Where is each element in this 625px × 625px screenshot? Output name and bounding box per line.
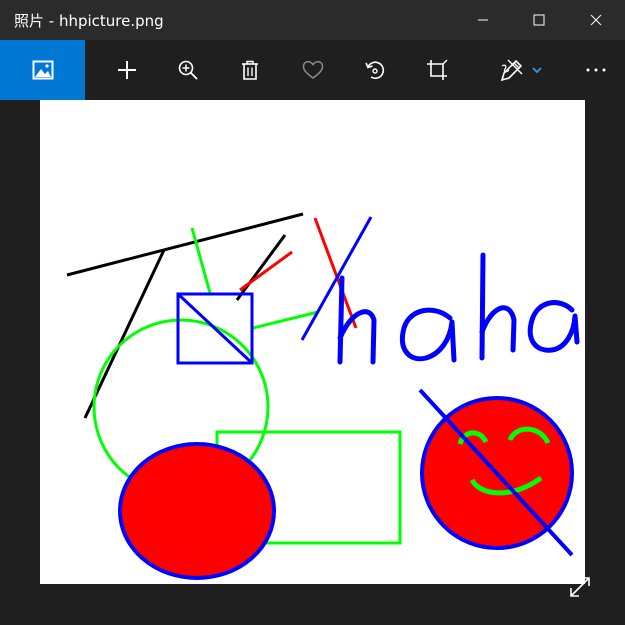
displayed-image bbox=[40, 100, 585, 584]
toolbar bbox=[0, 40, 625, 100]
red-ellipse bbox=[118, 442, 276, 580]
heart-icon bbox=[302, 60, 324, 79]
add-button[interactable] bbox=[105, 40, 149, 100]
maximize-button[interactable] bbox=[510, 0, 568, 40]
expand-icon bbox=[570, 577, 590, 597]
rotate-icon bbox=[365, 61, 385, 80]
image-viewport[interactable] bbox=[0, 100, 625, 625]
close-icon bbox=[590, 14, 602, 26]
minimize-button[interactable] bbox=[454, 0, 512, 40]
plus-icon bbox=[118, 61, 136, 79]
hhpicture-drawing bbox=[40, 100, 585, 584]
see-all-photos-button[interactable] bbox=[0, 40, 85, 100]
photo-collection-icon bbox=[32, 60, 53, 80]
window-title: 照片 - hhpicture.png bbox=[14, 12, 164, 30]
chevron-down-icon bbox=[532, 67, 542, 74]
minimize-icon bbox=[478, 19, 488, 21]
title-bar: 照片 - hhpicture.png bbox=[0, 0, 625, 40]
crop-button[interactable] bbox=[415, 40, 459, 100]
more-icon bbox=[586, 68, 606, 72]
rotate-button[interactable] bbox=[353, 40, 397, 100]
photos-app-window: 照片 - hhpicture.png bbox=[0, 0, 625, 625]
edit-and-create-button[interactable] bbox=[492, 40, 550, 100]
close-button[interactable] bbox=[567, 0, 625, 40]
zoom-in-icon bbox=[178, 60, 198, 80]
delete-button[interactable] bbox=[228, 40, 272, 100]
edit-draw-icon bbox=[500, 59, 523, 82]
maximize-icon bbox=[533, 14, 545, 26]
crop-icon bbox=[427, 59, 448, 80]
zoom-button[interactable] bbox=[166, 40, 210, 100]
fullscreen-button[interactable] bbox=[563, 570, 597, 604]
favorite-button[interactable] bbox=[291, 40, 335, 100]
more-options-button[interactable] bbox=[574, 40, 618, 100]
trash-icon bbox=[242, 60, 258, 80]
